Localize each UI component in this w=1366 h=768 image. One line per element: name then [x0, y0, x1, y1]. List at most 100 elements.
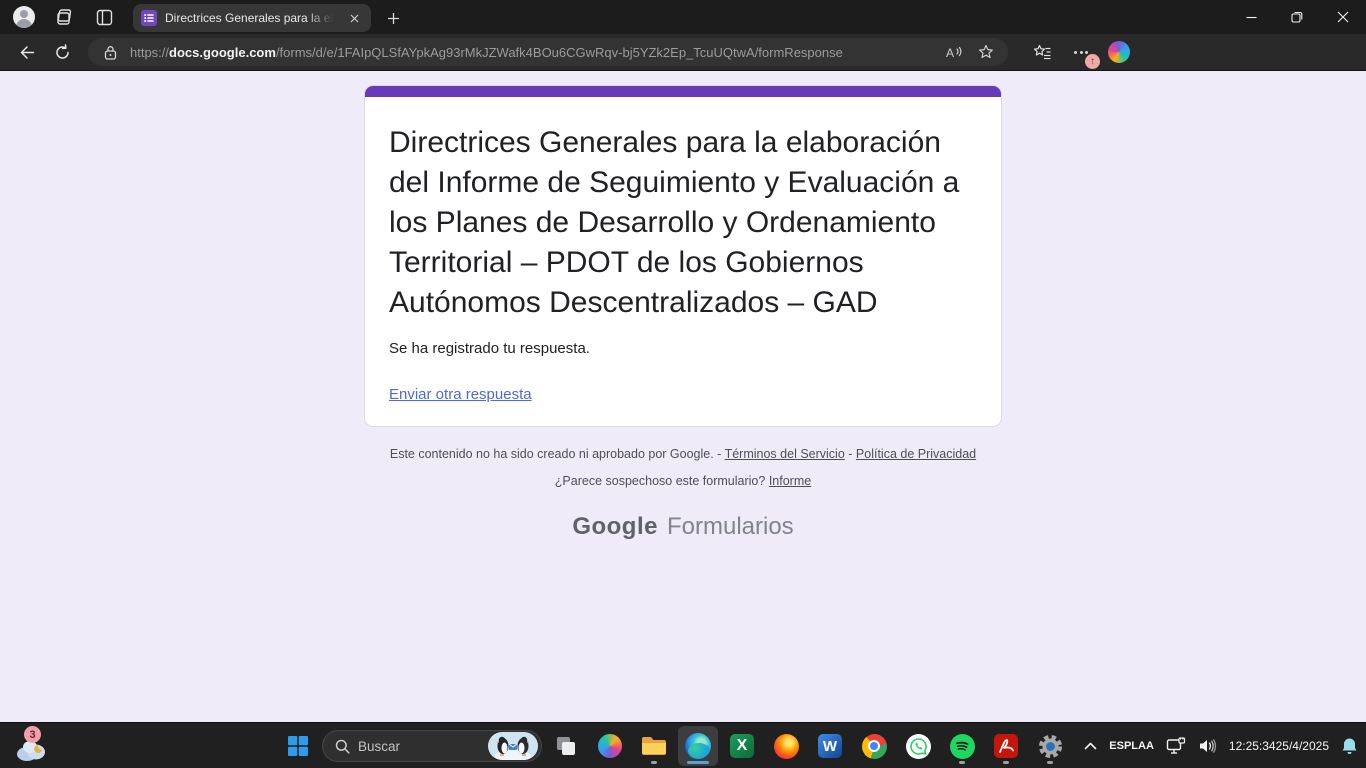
windows-taskbar: 3	[0, 722, 1366, 768]
confirmation-message: Se ha registrado tu respuesta.	[389, 340, 977, 357]
refresh-icon	[54, 44, 71, 61]
speaker-icon	[1198, 738, 1217, 754]
favorites-list-icon	[1033, 44, 1052, 61]
close-window-button[interactable]	[1320, 0, 1366, 34]
file-explorer-button[interactable]	[634, 726, 674, 766]
minimize-icon	[1246, 12, 1257, 23]
firefox-button[interactable]	[766, 726, 806, 766]
clock[interactable]: 12:25:34 25/4/2025	[1229, 739, 1329, 754]
system-tray: ESP LAA 12:25:34 25/4/2025	[1084, 723, 1358, 768]
site-security-button[interactable]	[98, 40, 122, 64]
excel-icon: X	[730, 734, 754, 758]
minimize-button[interactable]	[1228, 0, 1274, 34]
address-bar[interactable]: https://docs.google.com/forms/d/e/1FAIpQ…	[88, 38, 1008, 66]
report-abuse-link[interactable]: Informe	[769, 474, 811, 488]
taskbar-search-box[interactable]	[322, 730, 542, 762]
word-button[interactable]: W	[810, 726, 850, 766]
close-icon	[1337, 11, 1349, 23]
task-view-icon	[555, 735, 577, 757]
tab-actions-button[interactable]	[88, 3, 120, 31]
google-forms-favicon-icon	[141, 10, 157, 26]
widgets-notification-badge: 3	[24, 726, 41, 743]
running-indicator	[651, 761, 657, 764]
acrobat-icon	[994, 734, 1018, 758]
notification-bell-icon	[1341, 737, 1358, 755]
search-input[interactable]	[358, 739, 480, 754]
favorites-hub-button[interactable]	[1026, 38, 1058, 66]
logo-product-word: Formularios	[667, 513, 794, 541]
settings-gear-icon	[1038, 734, 1063, 759]
running-indicator	[1047, 761, 1053, 764]
footer-disclaimer: Este contenido no ha sido creado ni apro…	[390, 447, 721, 461]
update-badge: ↑	[1085, 54, 1100, 69]
acrobat-button[interactable]	[986, 726, 1026, 766]
start-button[interactable]	[278, 726, 318, 766]
restore-icon	[1291, 11, 1303, 23]
tray-chevron-button[interactable]	[1084, 742, 1097, 750]
whatsapp-icon	[906, 734, 931, 759]
tab-title: Directrices Generales para la elabo	[165, 11, 337, 25]
file-explorer-icon	[641, 735, 667, 757]
privacy-policy-link[interactable]: Política de Privacidad	[856, 447, 976, 461]
ellipsis-icon	[1074, 51, 1088, 54]
form-footer: Este contenido no ha sido creado ni apro…	[0, 447, 1366, 541]
lock-icon	[104, 45, 117, 60]
new-tab-button[interactable]	[380, 6, 406, 30]
edge-icon	[685, 733, 711, 759]
edge-button[interactable]	[678, 726, 718, 766]
favorite-star-button[interactable]	[974, 40, 998, 64]
url-protocol: https://	[130, 45, 169, 60]
tray-time: 12:25:34	[1229, 739, 1276, 754]
running-indicator	[1003, 761, 1009, 764]
taskbar-copilot-button[interactable]	[590, 726, 630, 766]
language-indicator[interactable]: ESP LAA	[1109, 740, 1154, 753]
read-aloud-button[interactable]: A	[942, 40, 966, 64]
svg-text:A: A	[946, 46, 954, 60]
active-running-indicator	[687, 761, 709, 764]
profile-avatar[interactable]	[8, 3, 40, 31]
search-highlight-image[interactable]	[488, 732, 538, 760]
network-tray-button[interactable]	[1166, 737, 1186, 755]
form-title: Directrices Generales para la elaboració…	[389, 123, 977, 323]
google-forms-logo: Google Formularios	[0, 513, 1366, 541]
footer-separator: -	[848, 447, 852, 461]
back-button[interactable]	[10, 38, 42, 66]
terms-of-service-link[interactable]: Términos del Servicio	[725, 447, 845, 461]
browser-titlebar: Directrices Generales para la elabo	[0, 0, 1366, 34]
tab-close-button[interactable]	[345, 9, 363, 27]
copilot-button[interactable]	[1104, 38, 1134, 66]
copilot-icon	[1108, 41, 1130, 63]
form-theme-bar	[365, 86, 1001, 97]
notifications-button[interactable]	[1341, 737, 1358, 755]
back-arrow-icon	[18, 44, 35, 61]
chrome-button[interactable]	[854, 726, 894, 766]
avatar-icon	[13, 6, 35, 28]
refresh-button[interactable]	[46, 38, 78, 66]
star-icon	[978, 44, 994, 60]
excel-button[interactable]: X	[722, 726, 762, 766]
browser-toolbar: https://docs.google.com/forms/d/e/1FAIpQ…	[0, 34, 1366, 71]
whatsapp-button[interactable]	[898, 726, 938, 766]
chrome-icon	[862, 734, 887, 759]
search-icon	[335, 739, 350, 754]
url-text: https://docs.google.com/forms/d/e/1FAIpQ…	[130, 45, 934, 60]
page-content: Directrices Generales para la elaboració…	[0, 71, 1366, 722]
browser-tab[interactable]: Directrices Generales para la elabo	[133, 4, 371, 32]
firefox-icon	[774, 734, 799, 759]
ethernet-network-icon	[1166, 737, 1186, 755]
task-view-button[interactable]	[546, 726, 586, 766]
volume-tray-button[interactable]	[1198, 738, 1217, 754]
workspaces-button[interactable]	[48, 3, 80, 31]
settings-more-button[interactable]: ↑	[1068, 39, 1094, 65]
settings-button[interactable]	[1030, 726, 1070, 766]
windows-start-icon	[287, 735, 309, 757]
widgets-button[interactable]: 3	[12, 726, 60, 766]
vertical-tabs-icon	[96, 9, 113, 26]
copilot-icon	[598, 734, 622, 758]
keyboard-code: LAA	[1131, 740, 1154, 753]
spotify-icon	[950, 734, 975, 759]
workspaces-icon	[55, 8, 73, 26]
restore-button[interactable]	[1274, 0, 1320, 34]
spotify-button[interactable]	[942, 726, 982, 766]
submit-another-response-link[interactable]: Enviar otra respuesta	[389, 386, 532, 403]
